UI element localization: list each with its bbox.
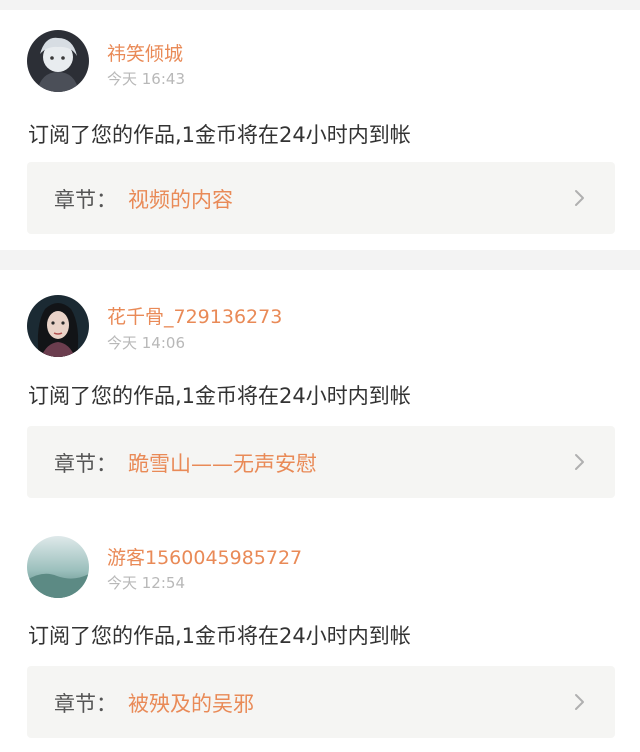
chevron-right-icon bbox=[575, 454, 584, 470]
chapter-link[interactable]: 章节： 视频的内容 bbox=[27, 162, 615, 234]
chapter-link[interactable]: 章节： 跪雪山——无声安慰 bbox=[27, 426, 615, 498]
chapter-title: 视频的内容 bbox=[128, 188, 233, 212]
section-divider bbox=[0, 0, 640, 10]
username[interactable]: 花千骨_729136273 bbox=[107, 302, 282, 329]
chevron-right-icon bbox=[575, 694, 584, 710]
timestamp: 今天 12:54 bbox=[107, 574, 185, 592]
chapter-prefix-label: 章节： bbox=[54, 188, 117, 212]
username[interactable]: 游客1560045985727 bbox=[107, 543, 302, 570]
notification-card[interactable]: 祎笑倾城 今天 16:43 订阅了您的作品,1金币将在24小时内到帐 章节： 视… bbox=[0, 10, 640, 250]
notification-card[interactable]: 花千骨_729136273 今天 14:06 订阅了您的作品,1金币将在24小时… bbox=[0, 270, 640, 510]
username[interactable]: 祎笑倾城 bbox=[107, 39, 183, 66]
chapter-title: 跪雪山——无声安慰 bbox=[128, 452, 317, 476]
avatar[interactable] bbox=[27, 30, 89, 92]
timestamp: 今天 16:43 bbox=[107, 70, 185, 88]
chapter-link[interactable]: 章节： 被殃及的吴邪 bbox=[27, 666, 615, 738]
avatar-image-anime-boy bbox=[27, 30, 89, 92]
chevron-right-icon bbox=[575, 190, 584, 206]
notification-feed: 祎笑倾城 今天 16:43 订阅了您的作品,1金币将在24小时内到帐 章节： 视… bbox=[0, 0, 640, 752]
timestamp: 今天 14:06 bbox=[107, 334, 185, 352]
chapter-title: 被殃及的吴邪 bbox=[128, 692, 254, 716]
avatar-image-landscape bbox=[27, 536, 89, 598]
notification-message: 订阅了您的作品,1金币将在24小时内到帐 bbox=[28, 123, 411, 147]
avatar[interactable] bbox=[27, 536, 89, 598]
avatar[interactable] bbox=[27, 295, 89, 357]
avatar-image-woman bbox=[27, 295, 89, 357]
notification-message: 订阅了您的作品,1金币将在24小时内到帐 bbox=[28, 624, 411, 648]
section-divider bbox=[0, 250, 640, 270]
notification-message: 订阅了您的作品,1金币将在24小时内到帐 bbox=[28, 384, 411, 408]
chapter-prefix-label: 章节： bbox=[54, 452, 117, 476]
chapter-prefix-label: 章节： bbox=[54, 692, 117, 716]
notification-card[interactable]: 游客1560045985727 今天 12:54 订阅了您的作品,1金币将在24… bbox=[0, 510, 640, 752]
